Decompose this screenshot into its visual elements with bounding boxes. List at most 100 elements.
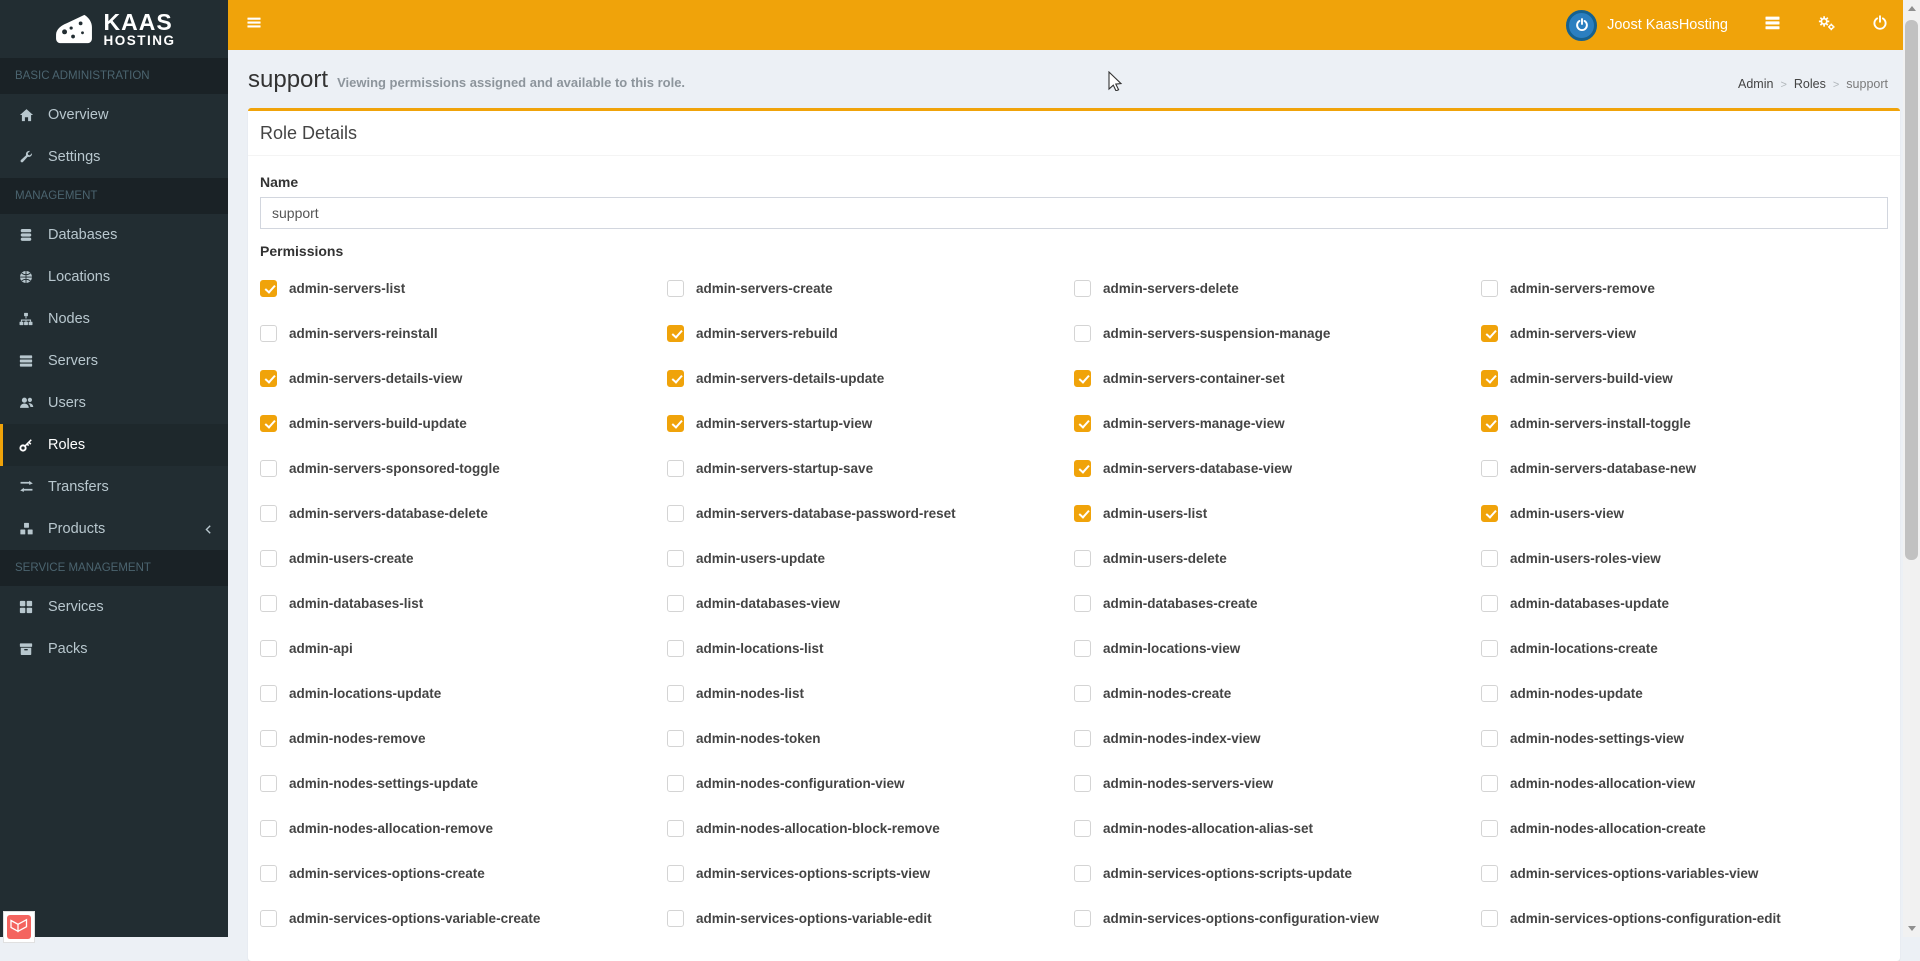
sidebar-item-services[interactable]: Services — [0, 586, 228, 628]
permission-checkbox[interactable] — [260, 325, 277, 342]
permission-checkbox[interactable] — [667, 415, 684, 432]
permission-checkbox[interactable] — [260, 640, 277, 657]
permission-checkbox[interactable] — [260, 865, 277, 882]
permission-checkbox[interactable] — [1481, 685, 1498, 702]
sidebar-toggle-button[interactable] — [228, 0, 280, 50]
permission-checkbox[interactable] — [260, 820, 277, 837]
role-name-input[interactable] — [260, 197, 1888, 229]
permission-label: admin-servers-build-update — [289, 416, 467, 431]
permission-item: admin-databases-list — [260, 595, 667, 612]
permission-checkbox[interactable] — [1481, 415, 1498, 432]
permission-checkbox[interactable] — [667, 685, 684, 702]
permission-checkbox[interactable] — [1481, 820, 1498, 837]
permission-checkbox[interactable] — [260, 550, 277, 567]
permission-checkbox[interactable] — [1074, 505, 1091, 522]
breadcrumb-link[interactable]: Admin — [1738, 77, 1773, 91]
permission-checkbox[interactable] — [1481, 370, 1498, 387]
settings-menu-button[interactable] — [1817, 15, 1836, 36]
card-body: Name Permissions admin-servers-listadmin… — [248, 156, 1900, 961]
permission-checkbox[interactable] — [260, 505, 277, 522]
permission-checkbox[interactable] — [1074, 730, 1091, 747]
permission-checkbox[interactable] — [667, 460, 684, 477]
permission-checkbox[interactable] — [667, 640, 684, 657]
permission-checkbox[interactable] — [667, 505, 684, 522]
permission-item: admin-users-update — [667, 550, 1074, 567]
permission-label: admin-users-create — [289, 551, 414, 566]
permission-checkbox[interactable] — [260, 415, 277, 432]
permission-checkbox[interactable] — [260, 595, 277, 612]
permission-checkbox[interactable] — [667, 820, 684, 837]
sidebar-item-users[interactable]: Users — [0, 382, 228, 424]
scrollbar-thumb[interactable] — [1905, 20, 1918, 560]
permission-checkbox[interactable] — [667, 595, 684, 612]
permission-checkbox[interactable] — [1074, 595, 1091, 612]
breadcrumb-link[interactable]: Roles — [1780, 77, 1826, 91]
brand-logo[interactable]: KAAS HOSTING — [0, 0, 228, 58]
permission-checkbox[interactable] — [1481, 775, 1498, 792]
permission-checkbox[interactable] — [1074, 550, 1091, 567]
permission-checkbox[interactable] — [1074, 685, 1091, 702]
permission-checkbox[interactable] — [1074, 325, 1091, 342]
permission-checkbox[interactable] — [667, 280, 684, 297]
permission-checkbox[interactable] — [667, 730, 684, 747]
permission-checkbox[interactable] — [1481, 280, 1498, 297]
permission-checkbox[interactable] — [1074, 820, 1091, 837]
permission-checkbox[interactable] — [260, 280, 277, 297]
scrollbar[interactable] — [1903, 0, 1920, 937]
permission-checkbox[interactable] — [1481, 550, 1498, 567]
sidebar-item-nodes[interactable]: Nodes — [0, 298, 228, 340]
permission-checkbox[interactable] — [1481, 640, 1498, 657]
permission-checkbox[interactable] — [1074, 460, 1091, 477]
user-name: Joost KaasHosting — [1607, 17, 1728, 33]
permission-checkbox[interactable] — [1481, 325, 1498, 342]
sidebar-item-packs[interactable]: Packs — [0, 628, 228, 670]
sidebar-item-settings[interactable]: Settings — [0, 136, 228, 178]
permission-checkbox[interactable] — [1074, 910, 1091, 927]
permission-label: admin-nodes-token — [696, 731, 821, 746]
permission-checkbox[interactable] — [1481, 505, 1498, 522]
permission-checkbox[interactable] — [1074, 415, 1091, 432]
permission-checkbox[interactable] — [260, 370, 277, 387]
sidebar-item-locations[interactable]: Locations — [0, 256, 228, 298]
wrench-icon — [15, 150, 37, 164]
permission-checkbox[interactable] — [260, 775, 277, 792]
logout-button[interactable] — [1872, 14, 1888, 36]
permission-checkbox[interactable] — [1481, 865, 1498, 882]
permission-label: admin-locations-list — [696, 641, 824, 656]
sidebar-item-databases[interactable]: Databases — [0, 214, 228, 256]
permission-item: admin-services-options-variable-create — [260, 910, 667, 927]
sidebar-item-roles[interactable]: Roles — [0, 424, 228, 466]
permission-checkbox[interactable] — [667, 775, 684, 792]
permission-checkbox[interactable] — [1481, 730, 1498, 747]
permission-checkbox[interactable] — [1074, 370, 1091, 387]
sidebar-item-transfers[interactable]: Transfers — [0, 466, 228, 508]
tasks-menu-button[interactable] — [1764, 15, 1781, 36]
sidebar-item-servers[interactable]: Servers — [0, 340, 228, 382]
permission-checkbox[interactable] — [1074, 640, 1091, 657]
permission-checkbox[interactable] — [667, 910, 684, 927]
permission-checkbox[interactable] — [260, 460, 277, 477]
user-menu[interactable]: Joost KaasHosting — [1566, 9, 1728, 41]
permission-checkbox[interactable] — [1074, 280, 1091, 297]
scroll-up-arrow[interactable] — [1903, 0, 1920, 17]
sidebar-item-label: Products — [48, 521, 106, 537]
scroll-down-arrow[interactable] — [1903, 920, 1920, 937]
sidebar-item-overview[interactable]: Overview — [0, 94, 228, 136]
permission-checkbox[interactable] — [1074, 865, 1091, 882]
permission-item: admin-nodes-configuration-view — [667, 775, 1074, 792]
permission-item: admin-servers-startup-view — [667, 415, 1074, 432]
permission-checkbox[interactable] — [1074, 775, 1091, 792]
permission-checkbox[interactable] — [667, 550, 684, 567]
permission-checkbox[interactable] — [667, 325, 684, 342]
permission-checkbox[interactable] — [1481, 595, 1498, 612]
permission-checkbox[interactable] — [667, 370, 684, 387]
permission-checkbox[interactable] — [260, 730, 277, 747]
chevron-left-icon — [203, 524, 218, 535]
permission-checkbox[interactable] — [667, 865, 684, 882]
sidebar-item-products[interactable]: Products — [0, 508, 228, 550]
permission-checkbox[interactable] — [1481, 910, 1498, 927]
permission-checkbox[interactable] — [260, 685, 277, 702]
permission-checkbox[interactable] — [260, 910, 277, 927]
permission-item: admin-locations-list — [667, 640, 1074, 657]
permission-checkbox[interactable] — [1481, 460, 1498, 477]
